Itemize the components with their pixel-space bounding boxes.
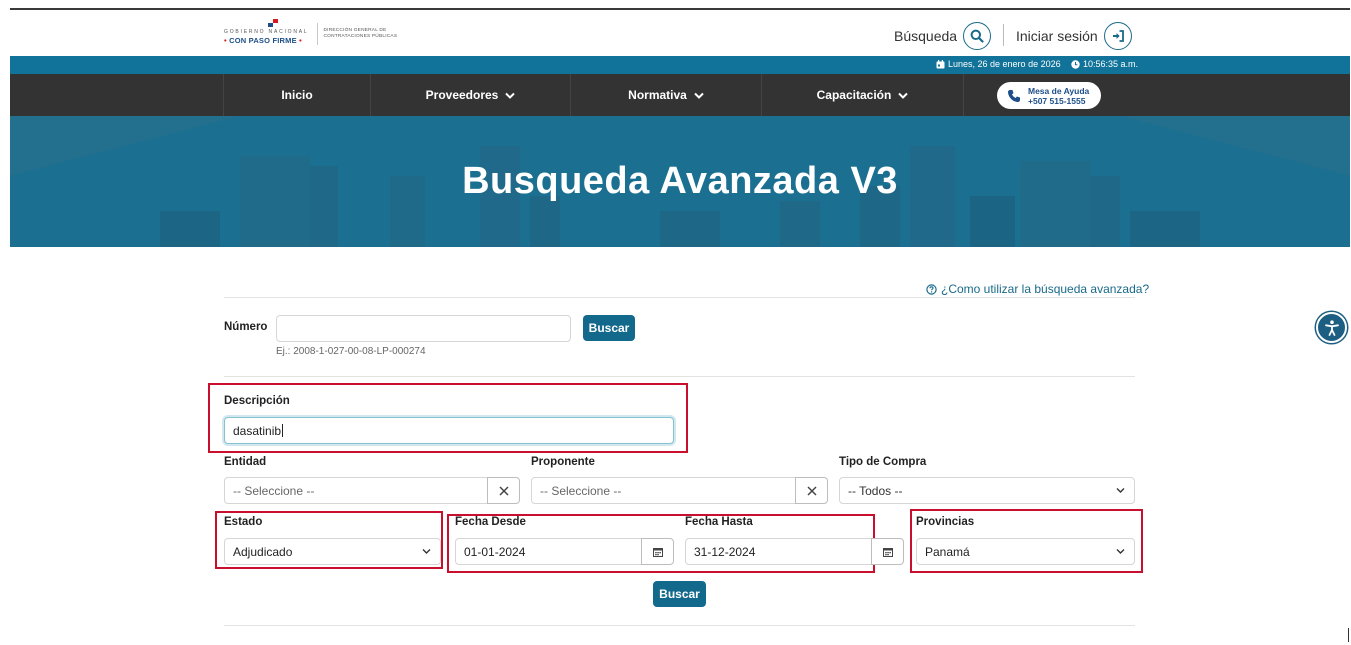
numero-input[interactable] (276, 315, 571, 342)
header-search[interactable]: Búsqueda (894, 22, 992, 50)
logo-motto: • CON PASO FIRME • (224, 36, 302, 45)
estado-select[interactable]: Adjudicado (224, 538, 441, 565)
proponente-clear-button[interactable] (795, 477, 828, 504)
chevron-down-icon (694, 92, 704, 99)
nav-item-inicio[interactable]: Inicio (223, 74, 370, 116)
entidad-select[interactable]: -- Seleccione -- (224, 477, 488, 504)
tipo-compra-select[interactable]: -- Todos -- (839, 477, 1135, 504)
close-icon (498, 485, 509, 496)
page-edge-mark (1348, 628, 1349, 642)
close-icon (806, 485, 817, 496)
calendar-icon (652, 547, 663, 557)
help-desk-text: Mesa de Ayuda +507 515-1555 (1028, 85, 1090, 106)
calendar-icon (936, 59, 945, 68)
page-title: Busqueda Avanzada V3 (462, 160, 898, 202)
nav-item-normativa[interactable]: Normativa (570, 74, 761, 116)
numero-search-button[interactable]: Buscar (583, 315, 635, 341)
entidad-clear-button[interactable] (487, 477, 520, 504)
logo-gobierno-text: GOBIERNO NACIONAL (224, 29, 309, 35)
current-date: Lunes, 26 de enero de 2026 (936, 59, 1061, 69)
calendar-icon (882, 547, 893, 557)
main-nav: Inicio Proveedores Normativa Capacitació… (10, 74, 1350, 116)
chevron-down-icon (898, 92, 909, 99)
logo-dgcp-text: DIRECCIÓN GENERAL DE CONTRATACIONES PÚBL… (323, 28, 398, 39)
chevron-down-icon (1116, 549, 1125, 554)
nav-item-proveedores[interactable]: Proveedores (370, 74, 570, 116)
fecha-hasta-input[interactable]: 31-12-2024 (685, 538, 872, 565)
accessibility-icon (1324, 319, 1339, 336)
fecha-desde-calendar-button[interactable] (641, 538, 674, 565)
header-search-label: Búsqueda (894, 28, 958, 44)
howto-link[interactable]: ¿Como utilizar la búsqueda avanzada? (926, 282, 1149, 296)
chevron-down-icon (422, 549, 431, 554)
chevron-down-icon (505, 92, 516, 99)
phone-icon (1008, 89, 1020, 102)
site-logo[interactable]: GOBIERNO NACIONAL • CON PASO FIRME • DIR… (224, 19, 398, 47)
numero-label: Número (224, 321, 268, 333)
hero-banner: Busqueda Avanzada V3 (10, 116, 1350, 247)
divider (224, 376, 1135, 377)
login-icon[interactable] (1103, 22, 1132, 50)
fecha-desde-input[interactable]: 01-01-2024 (455, 538, 642, 565)
estado-label: Estado (224, 516, 263, 528)
fecha-hasta-label: Fecha Hasta (685, 516, 753, 528)
submit-search-button[interactable]: Buscar (653, 581, 706, 607)
descripcion-input[interactable]: dasatinib (224, 417, 674, 444)
help-circle-icon (926, 283, 937, 295)
tipo-compra-label: Tipo de Compra (839, 456, 927, 468)
numero-hint: Ej.: 2008-1-027-00-08-LP-000274 (276, 346, 426, 357)
descripcion-label: Descripción (224, 395, 290, 407)
chevron-down-icon (1116, 488, 1125, 493)
clock-icon (1071, 59, 1080, 69)
site-header: GOBIERNO NACIONAL • CON PASO FIRME • DIR… (10, 10, 1350, 56)
header-login-label: Iniciar sesión (1016, 28, 1098, 44)
date-bar: Lunes, 26 de enero de 2026 10:56:35 a.m. (10, 56, 1350, 74)
text-caret (282, 424, 284, 437)
fecha-desde-label: Fecha Desde (455, 516, 526, 528)
divider (224, 625, 1135, 626)
provincias-label: Provincias (916, 516, 975, 528)
proponente-label: Proponente (531, 456, 595, 468)
logo-divider (316, 23, 318, 45)
search-icon[interactable] (963, 22, 992, 50)
current-time: 10:56:35 a.m. (1071, 59, 1138, 69)
header-login[interactable]: Iniciar sesión (1016, 22, 1132, 50)
header-divider (1003, 24, 1004, 46)
panama-flag-icon (268, 19, 278, 27)
provincias-select[interactable]: Panamá (916, 538, 1135, 565)
accessibility-button[interactable] (1316, 312, 1347, 343)
help-desk-button[interactable]: Mesa de Ayuda +507 515-1555 (997, 82, 1101, 109)
fecha-hasta-calendar-button[interactable] (871, 538, 904, 565)
nav-item-capacitacion[interactable]: Capacitación (761, 74, 963, 116)
proponente-select[interactable]: -- Seleccione -- (531, 477, 796, 504)
entidad-label: Entidad (224, 456, 267, 468)
divider (224, 297, 1135, 298)
